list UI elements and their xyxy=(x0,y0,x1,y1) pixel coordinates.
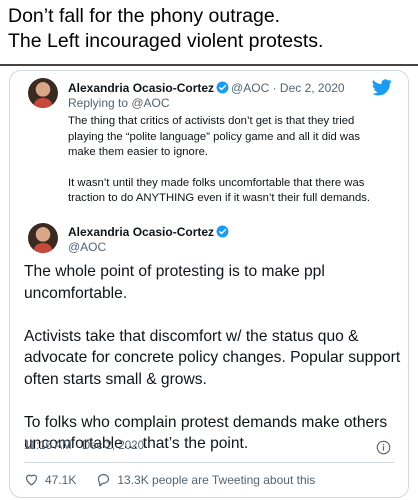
tweet-divider xyxy=(24,462,394,463)
author-handle[interactable]: @AOC xyxy=(68,240,106,254)
tweet-paragraph: Activists take that discomfort w/ the st… xyxy=(24,327,401,388)
quoted-paragraph: The thing that critics of activists don’… xyxy=(68,115,361,158)
avatar[interactable] xyxy=(28,78,58,108)
quoted-tweet-header: Alexandria Ocasio-Cortez @AOC · Dec 2, 20… xyxy=(68,79,345,97)
like-button[interactable]: 47.1K xyxy=(24,472,76,487)
quoted-tweet-text: The thing that critics of activists don’… xyxy=(68,114,390,222)
tweeting-about-button[interactable]: 13.3K people are Tweeting about this xyxy=(96,472,315,487)
tweet-actions: 47.1K 13.3K people are Tweeting about th… xyxy=(24,472,335,487)
quoted-paragraph: It wasn’t until they made folks uncomfor… xyxy=(68,176,371,205)
caption-line-1: Don’t fall for the phony outrage. xyxy=(8,5,281,27)
tweeting-count: 13.3K people are Tweeting about this xyxy=(117,472,316,487)
speech-bubble-icon xyxy=(98,473,110,487)
handle-and-date[interactable]: @AOC · Dec 2, 2020 xyxy=(231,81,345,95)
author-name[interactable]: Alexandria Ocasio-Cortez xyxy=(68,81,214,95)
heart-icon xyxy=(25,474,38,486)
caption-divider xyxy=(0,64,418,66)
author-name[interactable]: Alexandria Ocasio-Cortez xyxy=(68,225,214,239)
twitter-bird-icon[interactable] xyxy=(372,79,392,96)
avatar[interactable] xyxy=(28,223,58,253)
verified-badge-icon xyxy=(216,81,229,94)
caption-line-2: The Left incouraged violent protests. xyxy=(8,30,324,52)
like-count: 47.1K xyxy=(45,472,77,487)
verified-badge-icon xyxy=(216,225,229,238)
main-tweet-author: Alexandria Ocasio-Cortez xyxy=(68,223,231,241)
meme-caption: Don’t fall for the phony outrage. The Le… xyxy=(8,4,412,54)
info-icon[interactable] xyxy=(376,440,391,455)
replying-to[interactable]: Replying to @AOC xyxy=(68,96,170,110)
tweet-paragraph: The whole point of protesting is to make… xyxy=(24,263,325,302)
tweet-card: Alexandria Ocasio-Cortez @AOC · Dec 2, 20… xyxy=(9,70,409,498)
tweet-timestamp[interactable]: 11:16 AM · Dec 2, 2020 xyxy=(24,440,144,452)
